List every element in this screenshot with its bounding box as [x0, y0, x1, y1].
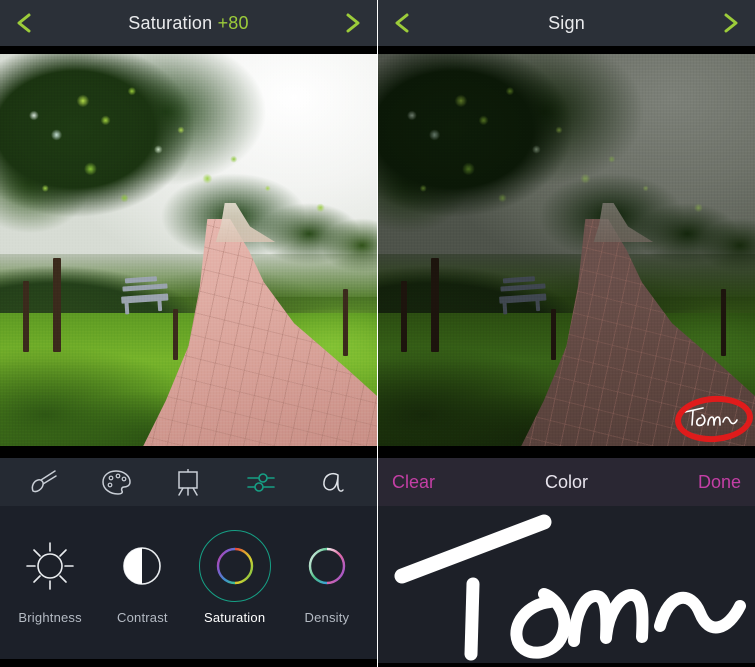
- painting-layers: [0, 54, 377, 446]
- adjustment-name: Saturation: [128, 12, 213, 33]
- canvas-texture-overlay: [0, 54, 377, 446]
- left-header-title: Saturation +80: [0, 13, 377, 34]
- right-header-title: Sign: [548, 12, 585, 33]
- adjust-saturation[interactable]: Saturation: [189, 528, 281, 625]
- script-a-icon[interactable]: [311, 464, 355, 500]
- chevron-left-icon[interactable]: [12, 10, 38, 36]
- hue-ring-icon: [198, 528, 271, 604]
- left-artwork-canvas[interactable]: [0, 54, 377, 446]
- dual-screenshot-container: Saturation +80 Brightness Contrast Satur…: [0, 0, 755, 667]
- header-divider: [378, 46, 755, 54]
- chevron-right-icon[interactable]: [717, 10, 743, 36]
- canvas-texture-overlay: [378, 54, 755, 446]
- signature-action-bar: Clear Color Done: [378, 458, 755, 506]
- adjustment-options-row: Brightness Contrast Saturation Density: [0, 506, 377, 659]
- adjust-saturation-label: Saturation: [203, 610, 266, 625]
- adjust-brightness-label: Brightness: [18, 610, 82, 625]
- left-header-bar: Saturation +80: [0, 0, 377, 46]
- artwork-signbar-divider: [378, 446, 755, 458]
- brush-icon[interactable]: [22, 464, 66, 500]
- palette-icon[interactable]: [94, 464, 138, 500]
- density-ring-icon: [292, 528, 362, 604]
- adjust-brightness[interactable]: Brightness: [4, 528, 96, 625]
- adjust-density-label: Density: [304, 610, 350, 625]
- clear-button[interactable]: Clear: [392, 472, 435, 493]
- selection-ring: [198, 530, 271, 602]
- color-label[interactable]: Color: [545, 472, 588, 493]
- chevron-right-icon[interactable]: [339, 10, 365, 36]
- artwork-toolbar-divider: [0, 446, 377, 458]
- adjust-contrast[interactable]: Contrast: [96, 528, 188, 625]
- contrast-half-circle-icon: [107, 528, 177, 604]
- adjust-density[interactable]: Density: [281, 528, 373, 625]
- easel-icon[interactable]: [166, 464, 210, 500]
- painting-layers: [378, 54, 755, 446]
- signature-drawing-pad[interactable]: [378, 506, 755, 663]
- right-header-bar: Sign: [378, 0, 755, 46]
- left-tool-bar: [0, 458, 377, 506]
- sun-icon: [15, 528, 85, 604]
- header-divider: [0, 46, 377, 54]
- adjust-contrast-label: Contrast: [117, 610, 168, 625]
- right-phone-screen: Sign Clear Color Done: [378, 0, 755, 667]
- left-phone-screen: Saturation +80 Brightness Contrast Satur…: [0, 0, 377, 667]
- right-artwork-canvas[interactable]: [378, 54, 755, 446]
- done-button[interactable]: Done: [698, 472, 741, 493]
- sliders-icon[interactable]: [239, 464, 283, 500]
- chevron-left-icon[interactable]: [390, 10, 416, 36]
- adjustment-value: +80: [217, 12, 249, 33]
